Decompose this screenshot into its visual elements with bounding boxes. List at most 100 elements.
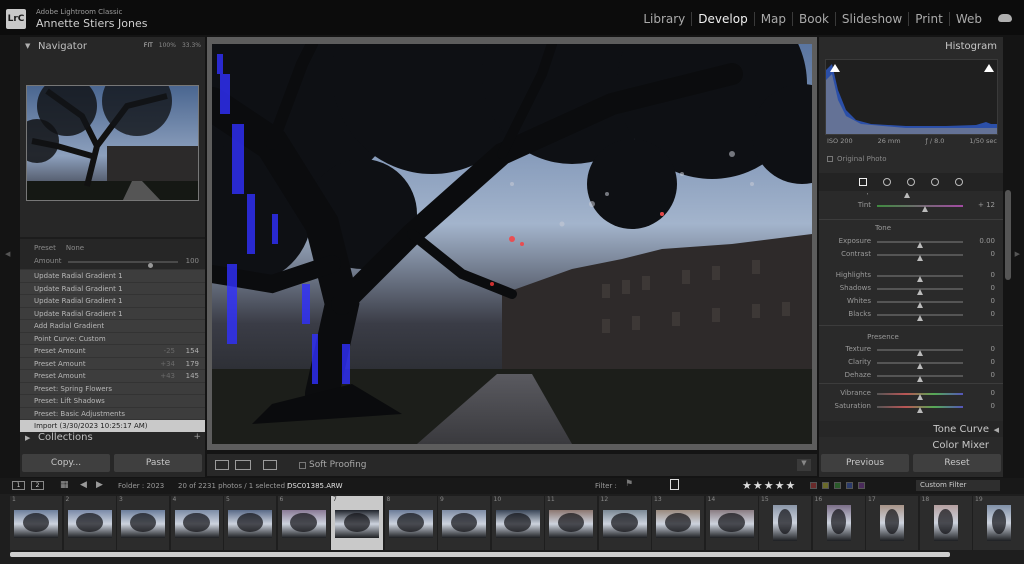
slider-track[interactable]: [877, 241, 963, 248]
copy-button[interactable]: Copy...: [22, 454, 110, 472]
zoom-33[interactable]: 33.3%: [182, 42, 201, 49]
expand-triangle-icon[interactable]: ▶: [25, 434, 30, 442]
history-item[interactable]: Update Radial Gradient 1: [20, 294, 205, 307]
history-item[interactable]: Preset: Lift Shadows: [20, 394, 205, 407]
crop-icon[interactable]: [883, 178, 891, 186]
filmstrip-thumbnail[interactable]: 5: [224, 496, 276, 550]
filmstrip-thumbnail[interactable]: 13: [652, 496, 704, 550]
filmstrip-scrollbar[interactable]: [10, 552, 950, 557]
slider-contrast[interactable]: Contrast 0: [819, 250, 1003, 262]
before-after-icon[interactable]: [235, 460, 251, 470]
history-item[interactable]: Preset: Spring Flowers: [20, 381, 205, 394]
amount-slider-knob[interactable]: [148, 263, 153, 268]
back-arrow-icon[interactable]: ◀: [80, 480, 87, 490]
slider-value[interactable]: 0.00: [979, 237, 995, 245]
healing-icon[interactable]: [907, 178, 915, 186]
slider-exposure[interactable]: Exposure 0.00: [819, 237, 1003, 249]
masking-icon[interactable]: [955, 178, 963, 186]
filmstrip-thumbnail[interactable]: 10: [491, 496, 544, 550]
slider-texture[interactable]: Texture 0: [819, 345, 1003, 357]
grid-view-icon[interactable]: ▦: [60, 480, 69, 490]
slider-value[interactable]: 0: [991, 371, 995, 379]
slider-tint[interactable]: Tint + 12: [819, 201, 1003, 213]
filmstrip-thumbnail[interactable]: 2: [63, 496, 116, 550]
history-item[interactable]: Preset Amount +43 145: [20, 369, 205, 382]
red-eye-icon[interactable]: [931, 178, 939, 186]
slider-dehaze[interactable]: Dehaze 0: [819, 371, 1003, 383]
before-after-split-icon[interactable]: [263, 460, 277, 470]
histogram-title[interactable]: Histogram: [945, 41, 997, 52]
loupe-view-icon[interactable]: [215, 460, 229, 470]
module-library[interactable]: Library: [637, 12, 691, 26]
slider-track[interactable]: [877, 205, 963, 212]
green-label-icon[interactable]: [834, 482, 841, 489]
slider-value[interactable]: 0: [991, 297, 995, 305]
purple-label-icon[interactable]: [858, 482, 865, 489]
slider-knob[interactable]: [917, 363, 923, 369]
slider-track[interactable]: [877, 362, 963, 369]
slider-value[interactable]: 0: [991, 345, 995, 353]
toolbar-dropdown-icon[interactable]: ▼: [797, 459, 811, 471]
previous-button[interactable]: Previous: [821, 454, 909, 472]
slider-shadows[interactable]: Shadows 0: [819, 284, 1003, 296]
slider-knob[interactable]: [904, 193, 911, 198]
main-window-button[interactable]: 1: [12, 481, 25, 490]
slider-track[interactable]: [877, 406, 963, 413]
slider-knob[interactable]: [917, 407, 923, 413]
filmstrip-thumbnail[interactable]: 12: [598, 496, 651, 550]
history-item[interactable]: Preset Amount +34 179: [20, 356, 205, 369]
zoom-100[interactable]: 100%: [159, 42, 176, 49]
module-map[interactable]: Map: [753, 12, 792, 26]
slider-knob[interactable]: [917, 289, 923, 295]
history-item[interactable]: Preset: Basic Adjustments: [20, 406, 205, 419]
slider-value[interactable]: 0: [991, 402, 995, 410]
right-panel-scrollbar[interactable]: [1005, 190, 1011, 280]
slider-track[interactable]: [877, 275, 963, 282]
navigator-preview[interactable]: [26, 85, 199, 201]
filmstrip-thumbnail[interactable]: 18: [919, 496, 972, 550]
slider-knob[interactable]: [922, 206, 929, 212]
module-print[interactable]: Print: [908, 12, 949, 26]
history-item[interactable]: Update Radial Gradient 1: [20, 269, 205, 282]
filmstrip-thumbnail[interactable]: 4: [170, 496, 223, 550]
right-panel-toggle-icon[interactable]: ▶: [1015, 250, 1020, 258]
second-window-button[interactable]: 2: [31, 481, 44, 490]
slider-whites[interactable]: Whites 0: [819, 297, 1003, 309]
slider-track[interactable]: [877, 288, 963, 295]
left-panel-toggle-icon[interactable]: ◀: [5, 250, 10, 258]
filmstrip-thumbnail[interactable]: 14: [705, 496, 758, 550]
slider-value[interactable]: 0: [991, 250, 995, 258]
slider-value[interactable]: 0: [991, 389, 995, 397]
slider-temp[interactable]: Temp 5550: [819, 193, 1003, 199]
collapse-triangle-icon[interactable]: ▼: [25, 42, 30, 50]
history-item[interactable]: Add Radial Gradient: [20, 319, 205, 332]
slider-vibrance[interactable]: Vibrance 0: [819, 389, 1003, 401]
collapse-triangle-icon[interactable]: ◀: [994, 426, 999, 434]
forward-arrow-icon[interactable]: ▶: [96, 480, 103, 490]
tone-curve-header[interactable]: Tone Curve ◀: [819, 421, 1003, 437]
module-slideshow[interactable]: Slideshow: [834, 12, 908, 26]
slider-track[interactable]: [877, 301, 963, 308]
edited-filter-icon[interactable]: [670, 479, 679, 490]
yellow-label-icon[interactable]: [822, 482, 829, 489]
slider-track[interactable]: [877, 375, 963, 382]
preset-value[interactable]: None: [66, 244, 84, 252]
histogram[interactable]: [825, 59, 998, 135]
slider-value[interactable]: 0: [991, 310, 995, 318]
original-photo-row[interactable]: Original Photo: [827, 155, 887, 163]
slider-value[interactable]: 0: [991, 284, 995, 292]
main-photo[interactable]: [212, 44, 812, 444]
slider-value[interactable]: 0: [991, 271, 995, 279]
original-photo-checkbox[interactable]: [827, 156, 833, 162]
module-web[interactable]: Web: [948, 12, 988, 26]
slider-knob[interactable]: [917, 255, 923, 261]
filmstrip-thumbnail[interactable]: 16: [812, 496, 865, 550]
module-book[interactable]: Book: [792, 12, 835, 26]
filmstrip-thumbnail[interactable]: 15: [759, 496, 811, 550]
slider-value[interactable]: + 12: [978, 201, 995, 209]
add-collection-icon[interactable]: +: [193, 432, 201, 442]
slider-highlights[interactable]: Highlights 0: [819, 271, 1003, 283]
star-rating-filter[interactable]: ★★★★★: [742, 479, 796, 492]
slider-blacks[interactable]: Blacks 0: [819, 310, 1003, 322]
zoom-fit[interactable]: FIT: [144, 42, 153, 49]
